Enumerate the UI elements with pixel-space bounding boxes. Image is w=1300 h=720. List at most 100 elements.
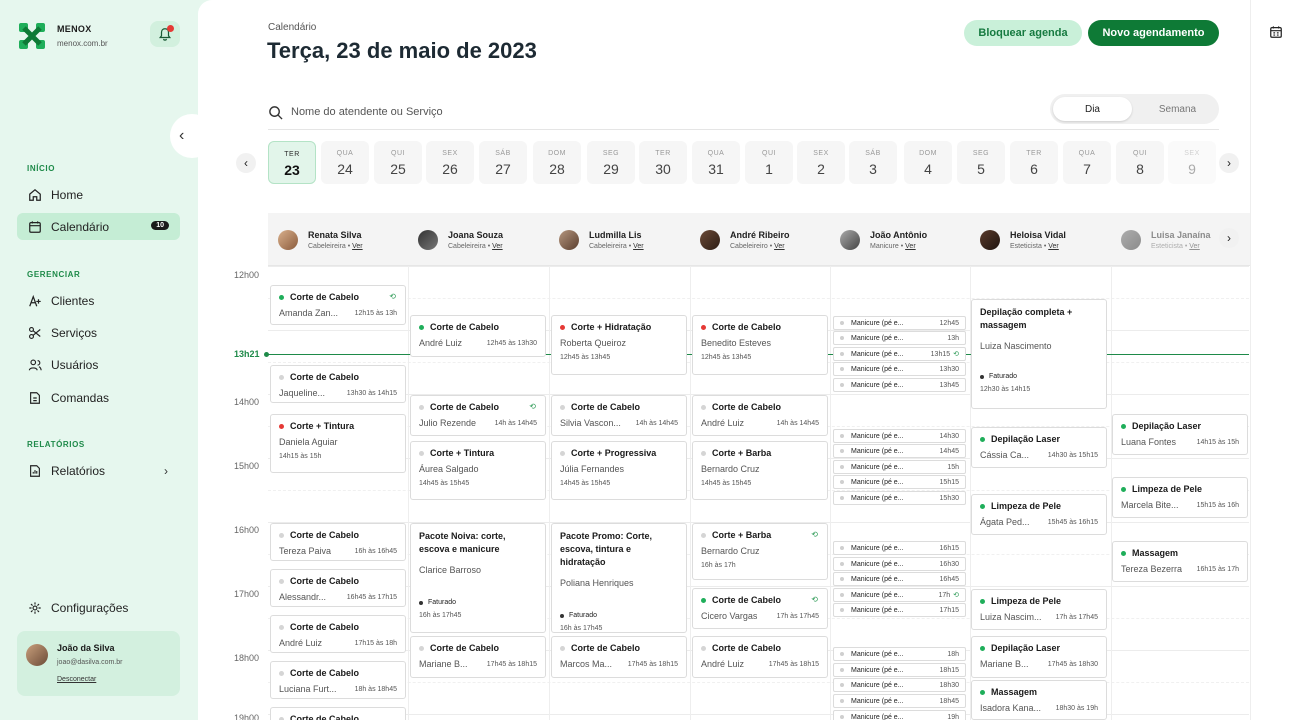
appointment-card[interactable]: Corte + Barba ⟲ Bernardo Cruz 16h às 17h — [692, 523, 828, 580]
logout-link[interactable]: Desconectar — [57, 676, 96, 683]
view-staff-link[interactable]: Ver — [905, 243, 916, 250]
manicure-slot[interactable]: Manicure (pé e... 16h45 — [833, 572, 966, 586]
appointment-card[interactable]: Corte de Cabelo Silvia Vascon... 14h às 14… — [551, 395, 687, 436]
manicure-slot[interactable]: Manicure (pé e... 13h — [833, 331, 966, 345]
appointment-card[interactable]: Corte de Cabelo Marcos Ma... 17h45 às 18h1… — [551, 636, 687, 678]
appointment-card[interactable]: Massagem Isadora Kana... 18h30 às 19h — [971, 680, 1107, 720]
day-chip[interactable]: QUI 8 — [1116, 141, 1164, 184]
manicure-slot[interactable]: Manicure (pé e... 15h — [833, 460, 966, 474]
manicure-slot[interactable]: Manicure (pé e... 16h15 — [833, 541, 966, 555]
manicure-slot[interactable]: Manicure (pé e... 17h ⟲ — [833, 588, 966, 602]
appointment-card[interactable]: Corte + Progressiva Júlia Fernandes 14h45 … — [551, 441, 687, 500]
block-schedule-button[interactable]: Bloquear agenda — [964, 20, 1082, 46]
sidebar-item-comandas[interactable]: Comandas — [17, 384, 180, 411]
day-chip[interactable]: QUI 1 — [745, 141, 793, 184]
day-chip[interactable]: QUA 7 — [1063, 141, 1111, 184]
appointment-card[interactable]: Corte de Cabelo André Luiz 17h45 às 18h15 — [692, 636, 828, 678]
day-chip[interactable]: TER 30 — [639, 141, 687, 184]
day-chip[interactable]: SÁB 27 — [479, 141, 527, 184]
next-staff-button[interactable]: › — [1219, 228, 1239, 248]
appointment-card[interactable]: Limpeza de Pele Luiza Nascim... 17h às 17h… — [971, 589, 1107, 630]
staff-column-header[interactable]: Heloisa Vidal Esteticista • Ver — [970, 213, 1110, 266]
day-chip[interactable]: TER 23 — [268, 141, 316, 184]
day-chip[interactable]: TER 6 — [1010, 141, 1058, 184]
appointment-card[interactable]: Corte de Cabelo Tereza Paiva 16h às 16h45 — [270, 523, 406, 561]
sidebar-item-home[interactable]: Home — [17, 181, 180, 208]
staff-column-header[interactable]: Renata Silva Cabeleireira • Ver — [268, 213, 408, 266]
sidebar-item-clientes[interactable]: Clientes — [17, 287, 180, 314]
manicure-slot[interactable]: Manicure (pé e... 15h15 — [833, 475, 966, 489]
appointment-card[interactable]: Pacote Promo: Corte, escova, tintura e h… — [551, 523, 687, 633]
view-staff-link[interactable]: Ver — [1189, 243, 1200, 250]
manicure-slot[interactable]: Manicure (pé e... 18h45 — [833, 694, 966, 708]
manicure-slot[interactable]: Manicure (pé e... 18h15 — [833, 663, 966, 677]
appointment-card[interactable]: Corte de Cabelo Mariane B... 17h45 às 18h1… — [410, 636, 546, 678]
collapse-sidebar-button[interactable]: ‹ — [170, 114, 214, 158]
appointment-card[interactable]: Corte de Cabelo ⟲ Cicero Vargas 17h às 17h4… — [692, 588, 828, 629]
appointment-card[interactable]: Corte de Cabelo André Luiz 17h15 às 18h — [270, 615, 406, 653]
day-chip[interactable]: DOM 4 — [904, 141, 952, 184]
staff-column-header[interactable]: João Antônio Manicure • Ver — [830, 213, 970, 266]
manicure-slot[interactable]: Manicure (pé e... 18h30 — [833, 678, 966, 692]
manicure-slot[interactable]: Manicure (pé e... 19h — [833, 710, 966, 720]
search-bar[interactable]: Nome do atendente ou Serviço — [268, 101, 768, 123]
sidebar-item-usuarios[interactable]: Usuários — [17, 351, 180, 378]
appointment-card[interactable]: Depilação Laser Luana Fontes 14h15 às 15h — [1112, 414, 1248, 455]
day-chip[interactable]: SÁB 3 — [849, 141, 897, 184]
manicure-slot[interactable]: Manicure (pé e... 13h45 — [833, 378, 966, 392]
appointment-card[interactable]: Corte de Cabelo Jaqueline... 13h30 às 14h1… — [270, 365, 406, 403]
appointment-card[interactable]: Depilação Laser Cássia Ca... 14h30 às 15h1… — [971, 427, 1107, 468]
search-input[interactable]: Nome do atendente ou Serviço — [291, 106, 443, 118]
appointment-card[interactable]: Massagem Tereza Bezerra 16h15 às 17h — [1112, 541, 1248, 582]
appointment-card[interactable]: Corte de Cabelo Alessandr... 16h45 às 17h1… — [270, 569, 406, 607]
view-toggle[interactable]: Dia Semana — [1050, 94, 1219, 124]
appointment-card[interactable]: Depilação Laser Mariane B... 17h45 às 18h3… — [971, 636, 1107, 678]
appointment-card[interactable]: Corte de Cabelo André Luiz 14h às 14h45 — [692, 395, 828, 436]
manicure-slot[interactable]: Manicure (pé e... 14h30 — [833, 429, 966, 443]
appointment-card[interactable]: Corte + Tintura Áurea Salgado 14h45 às 15h… — [410, 441, 546, 500]
sidebar-item-servicos[interactable]: Serviços — [17, 319, 180, 346]
calendar-icon[interactable] — [1269, 25, 1283, 39]
staff-column-header[interactable]: Joana Souza Cabeleireira • Ver — [408, 213, 548, 266]
prev-days-button[interactable]: ‹ — [236, 153, 256, 173]
day-chip[interactable]: SEX 9 — [1168, 141, 1216, 184]
manicure-slot[interactable]: Manicure (pé e... 12h45 — [833, 316, 966, 330]
appointment-card[interactable]: Limpeza de Pele Ágata Ped... 15h45 às 16h1… — [971, 494, 1107, 535]
manicure-slot[interactable]: Manicure (pé e... 13h15 ⟲ — [833, 347, 966, 361]
day-chip[interactable]: SEX 2 — [797, 141, 845, 184]
view-week-option[interactable]: Semana — [1138, 97, 1217, 121]
view-staff-link[interactable]: Ver — [352, 243, 363, 250]
new-appointment-button[interactable]: Novo agendamento — [1088, 20, 1219, 46]
day-chip[interactable]: SEX 26 — [426, 141, 474, 184]
manicure-slot[interactable]: Manicure (pé e... 16h30 — [833, 557, 966, 571]
appointment-card[interactable]: Corte de Cabelo ⟲ Julio Rezende 14h às 14h4… — [410, 395, 546, 436]
appointment-card[interactable]: Limpeza de Pele Marcela Bite... 15h15 às 1… — [1112, 477, 1248, 518]
day-chip[interactable]: QUA 24 — [321, 141, 369, 184]
staff-column-header[interactable]: Ludmilla Lis Cabeleireira • Ver — [549, 213, 689, 266]
next-days-button[interactable]: › — [1219, 153, 1239, 173]
sidebar-item-relatorios[interactable]: Relatórios › — [17, 457, 180, 484]
appointment-card[interactable]: Corte + Barba Bernardo Cruz 14h45 às 15h45 — [692, 441, 828, 500]
sidebar-item-calendario[interactable]: Calendário 10 — [17, 213, 180, 240]
view-staff-link[interactable]: Ver — [633, 243, 644, 250]
manicure-slot[interactable]: Manicure (pé e... 17h15 — [833, 603, 966, 617]
view-staff-link[interactable]: Ver — [774, 243, 785, 250]
appointment-card[interactable]: Corte + Hidratação Roberta Queiroz 12h45 à… — [551, 315, 687, 375]
appointment-card[interactable]: Corte de Cabelo — [270, 707, 406, 720]
manicure-slot[interactable]: Manicure (pé e... 13h30 — [833, 362, 966, 376]
manicure-slot[interactable]: Manicure (pé e... 18h — [833, 647, 966, 661]
sidebar-item-configuracoes[interactable]: Configurações — [17, 594, 180, 621]
day-chip[interactable]: DOM 28 — [533, 141, 581, 184]
appointment-card[interactable]: Corte + Tintura Daniela Aguiar 14h15 às 15… — [270, 414, 406, 473]
day-chip[interactable]: QUI 25 — [374, 141, 422, 184]
appointment-card[interactable]: Corte de Cabelo Luciana Furt... 18h às 18h… — [270, 661, 406, 699]
manicure-slot[interactable]: Manicure (pé e... 14h45 — [833, 444, 966, 458]
day-chip[interactable]: SEG 29 — [587, 141, 635, 184]
staff-column-header[interactable]: André Ribeiro Cabeleireiro • Ver — [690, 213, 830, 266]
appointment-card[interactable]: Corte de Cabelo André Luiz 12h45 às 13h30 — [410, 315, 546, 357]
day-chip[interactable]: QUA 31 — [692, 141, 740, 184]
appointment-card[interactable]: Depilação completa + massagem Luiza Nasci… — [971, 299, 1107, 409]
view-day-option[interactable]: Dia — [1053, 97, 1132, 121]
appointment-card[interactable]: Pacote Noiva: corte, escova e manicure Cl… — [410, 523, 546, 633]
appointment-card[interactable]: Corte de Cabelo ⟲ Amanda Zan... 12h15 às 13… — [270, 285, 406, 325]
